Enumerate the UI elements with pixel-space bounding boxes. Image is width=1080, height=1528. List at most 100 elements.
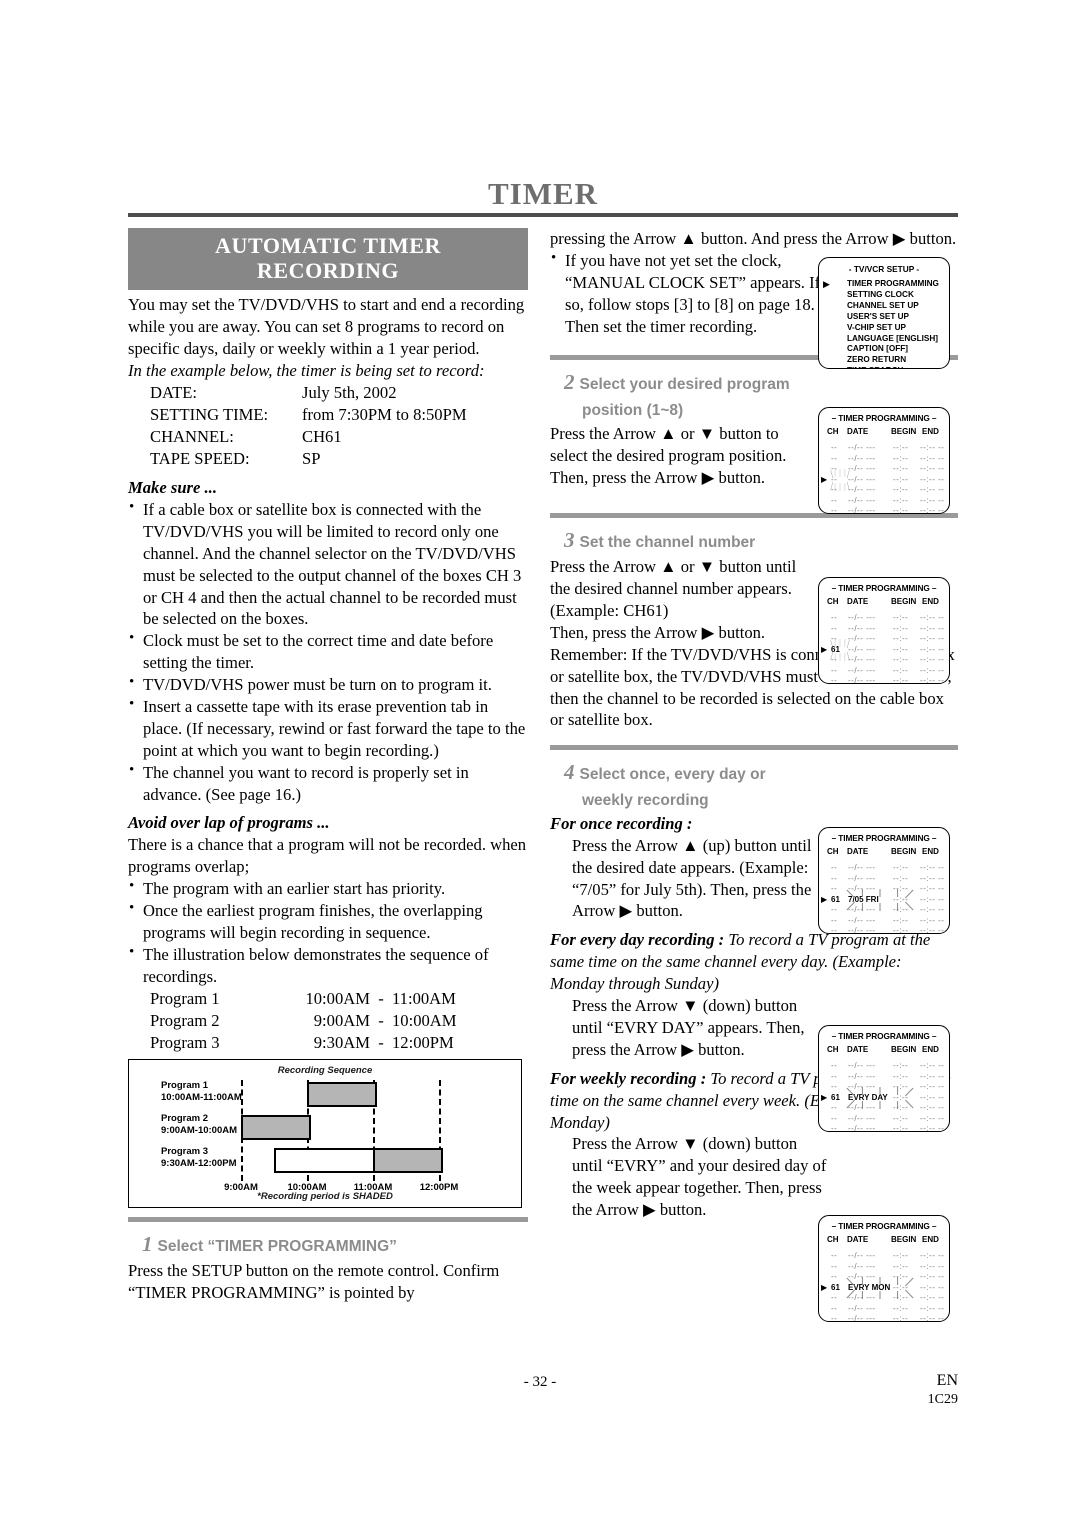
manual-page: TIMER AUTOMATIC TIMER RECORDING You may … xyxy=(0,0,1080,1528)
osd-cell-begin: --:-- xyxy=(893,676,909,684)
list-item: If a cable box or satellite box is conne… xyxy=(128,498,528,630)
osd-cell-begin: --:-- xyxy=(893,915,909,925)
osd-data-row: -- --/-- --- --:-- --:-- -- xyxy=(819,1293,949,1304)
osd-title: – TIMER PROGRAMMING – xyxy=(831,833,937,843)
osd-cell-date: --/-- --- xyxy=(848,1272,876,1281)
osd-cell-end: --:-- -- xyxy=(920,1092,945,1102)
program-row: Program 3 9:30AM - 12:00PM xyxy=(150,1032,528,1054)
avoid-overlap-heading: Avoid over lap of programs ... xyxy=(128,813,330,833)
osd-cell-date: --/-- --- xyxy=(848,443,876,452)
osd-cell-begin: --:-- xyxy=(893,613,909,622)
osd-data-row: -- --/-- --- --:-- --:-- -- xyxy=(819,884,949,895)
step-3-body-3: Then, press the Arrow ▶ button. xyxy=(550,622,766,642)
make-sure-list: If a cable box or satellite box is conne… xyxy=(128,498,528,805)
osd-cell-ch: -- xyxy=(831,655,838,664)
once-recording-body: Press the Arrow ▲ (up) button until the … xyxy=(572,835,812,921)
osd-data-row: -- --/-- --- --:-- --:-- -- xyxy=(819,874,949,885)
chart-row-label-time: 9:30AM-12:00PM xyxy=(161,1157,237,1169)
osd-cell-begin: --:-- xyxy=(893,474,909,484)
example-key: CHANNEL: xyxy=(150,426,234,446)
continued-paragraph: pressing the Arrow ▲ button. And press t… xyxy=(550,229,957,248)
step-2-number: 2 xyxy=(564,370,575,395)
osd-cell-end: --:-- -- xyxy=(920,884,945,893)
osd-cell-ch: -- xyxy=(831,1314,838,1322)
osd-cell-ch: -- xyxy=(831,506,838,514)
osd-cell-begin: --:-- xyxy=(893,485,909,494)
osd-data-row: 61 --/-- --- --:-- --:-- -- ▶ xyxy=(819,638,949,661)
osd-data-row: 61 7/05 FRI --:-- --:-- -- ▶ xyxy=(819,888,949,911)
osd-cell-date: --/-- --- xyxy=(848,926,876,934)
osd-timer-programming-step3: – TIMER PROGRAMMING – CH DATE BEGIN END … xyxy=(818,577,950,684)
osd-data-row: -- --/-- --- --:-- --:-- -- xyxy=(819,454,949,465)
osd-cell-ch: -- xyxy=(831,1071,838,1081)
chart-bar-program2-shaded xyxy=(241,1114,311,1140)
osd-timer-programming-step2: – TIMER PROGRAMMING – CH DATE BEGIN END … xyxy=(818,407,950,514)
osd-cell-date: --/-- --- xyxy=(848,474,876,484)
osd-cell-date: --/-- --- xyxy=(848,863,876,872)
osd-menu-item: ZERO RETURN xyxy=(847,355,907,365)
list-item: Once the earliest program finishes, the … xyxy=(128,899,528,944)
osd-data-row: -- --/-- --- --:-- --:-- -- xyxy=(819,1072,949,1083)
osd-cell-date: --/-- --- xyxy=(848,1061,876,1070)
chart-bar-program3-shaded xyxy=(373,1147,443,1173)
chart-footnote: *Recording period is SHADED xyxy=(257,1190,393,1202)
osd-cell-date: --/-- --- xyxy=(848,495,876,505)
osd-data-row: -- --/-- --- --:-- --:-- -- xyxy=(819,676,949,684)
example-value: July 5th, 2002 xyxy=(302,382,397,402)
osd-col-end: END xyxy=(922,427,939,436)
osd-cell-ch: 61 xyxy=(831,1282,840,1292)
osd-data-row: -- --/-- --- --:-- --:-- -- xyxy=(819,905,949,916)
osd-cell-date: --/-- --- xyxy=(848,1103,876,1112)
step-3-body-2: (Example: CH61) xyxy=(550,601,669,621)
osd-cell-begin: --:-- xyxy=(893,644,909,654)
osd-cell-ch: -- xyxy=(831,495,838,505)
osd-data-row: -- --/-- --- --:-- --:-- -- xyxy=(819,613,949,624)
osd-cell-begin: --:-- xyxy=(893,1282,909,1292)
osd-rows: -- --/-- --- --:-- --:-- -- -- --/-- --- --:--… xyxy=(819,1061,949,1131)
osd-cell-date: --/-- --- xyxy=(848,644,876,654)
osd-cell-begin: --:-- xyxy=(893,665,909,675)
program-end: 12:00PM xyxy=(392,1032,454,1052)
osd-cell-begin: --:-- xyxy=(893,1113,909,1123)
osd-cell-date: 7/05 FRI xyxy=(848,894,879,904)
step-4-title-line-1: Select once, every day or xyxy=(579,766,766,784)
osd-cell-date: --/-- --- xyxy=(848,613,876,622)
program-start: 10:00AM xyxy=(305,988,370,1008)
osd-col-date: DATE xyxy=(847,1235,869,1244)
avoid-overlap-list: The program with an earlier start has pr… xyxy=(128,877,528,987)
osd-cell-ch: -- xyxy=(831,1272,838,1281)
osd-data-row: -- --/-- --- --:-- --:-- -- xyxy=(819,1262,949,1273)
osd-cell-end: --:-- -- xyxy=(920,1103,945,1112)
example-value: SP xyxy=(302,449,321,468)
example-row: TAPE SPEED: SP xyxy=(150,448,528,470)
osd-cell-begin: --:-- xyxy=(893,453,909,463)
step-4-number: 4 xyxy=(564,760,575,785)
osd-cell-begin: --:-- xyxy=(893,1092,909,1102)
osd-cell-begin: --:-- xyxy=(893,623,909,633)
osd-cell-begin: --:-- xyxy=(893,926,909,934)
program-row: Program 1 10:00AM - 11:00AM xyxy=(150,988,528,1010)
osd-cell-end: --:-- -- xyxy=(920,506,945,514)
osd-data-row: -- --/-- --- --:-- --:-- -- xyxy=(819,443,949,454)
osd-cell-date: --/-- --- xyxy=(848,464,876,473)
osd-data-row: -- --/-- --- --:-- --:-- -- ▶ xyxy=(819,468,949,491)
chart-row-label-name: Program 2 xyxy=(161,1112,208,1124)
osd-cell-date: --/-- --- xyxy=(848,453,876,463)
osd-rows: -- --/-- --- --:-- --:-- -- -- --/-- --- --:--… xyxy=(819,863,949,934)
osd-cell-end: --:-- -- xyxy=(920,655,945,664)
osd-data-row: -- --/-- --- --:-- --:-- -- xyxy=(819,666,949,677)
step-1-body: Press the SETUP button on the remote con… xyxy=(128,1261,500,1303)
chart-row-label-name: Program 1 xyxy=(161,1079,208,1091)
osd-column-headers: CH DATE BEGIN END xyxy=(819,847,949,860)
program-dash: - xyxy=(378,1032,384,1052)
osd-col-end: END xyxy=(922,1235,939,1244)
osd-cell-end: --:-- -- xyxy=(920,1314,945,1322)
osd-cell-begin: --:-- xyxy=(893,634,909,643)
example-value: from 7:30PM to 8:50PM xyxy=(302,404,467,424)
osd-cell-date: --/-- --- xyxy=(848,884,876,893)
example-row: DATE: July 5th, 2002 xyxy=(150,382,528,404)
osd-cell-date: --/-- --- xyxy=(848,1261,876,1271)
osd-cell-end: --:-- -- xyxy=(920,453,945,463)
osd-cell-end: --:-- -- xyxy=(920,1303,945,1313)
osd-data-row: 61 EVRY MON --:-- --:-- -- ▶ xyxy=(819,1276,949,1299)
